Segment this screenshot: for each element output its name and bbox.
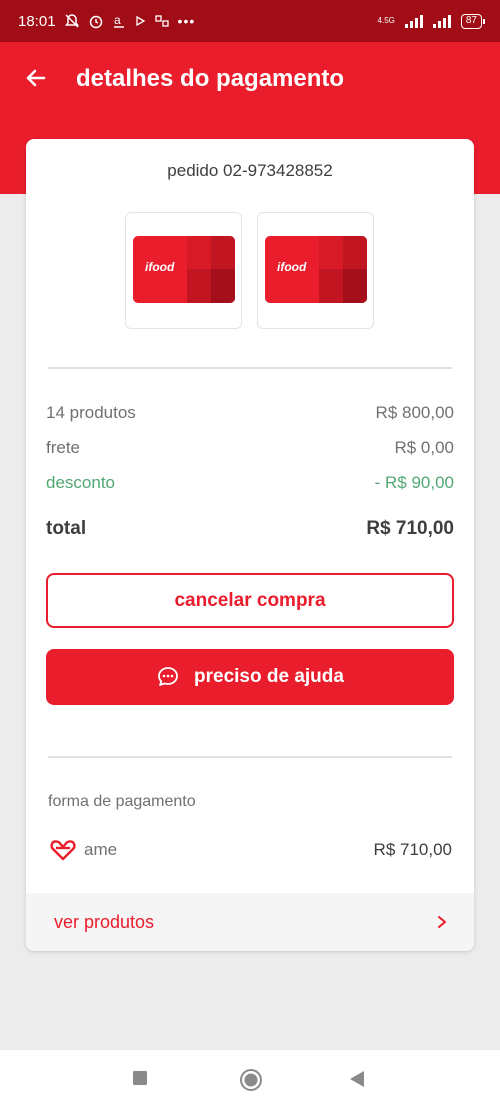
summary-discount-row: desconto - R$ 90,00 [46,473,454,493]
network-label: 4.5G [377,16,395,25]
payment-method-label: forma de pagamento [48,793,196,810]
payment-method-name: ame [84,840,118,859]
cancel-purchase-button[interactable]: cancelar compra [46,573,454,628]
status-right: 4.5G 87 [377,13,486,29]
summary-products-row: 14 produtos R$ 800,00 [46,403,454,423]
order-id: pedido 02-973428852 [167,161,333,180]
shipping-label: frete [46,438,81,457]
payment-method-row: ame R$ 710,00 [50,839,452,861]
divider [48,367,452,369]
shipping-value: R$ 0,00 [394,438,454,457]
status-icons: a ••• [64,13,196,29]
status-time: 18:01 [18,12,56,30]
ifood-gift-card-image: ifood [265,236,367,303]
signal-2-icon [432,14,451,28]
view-products-link[interactable]: ver produtos [26,893,474,951]
ame-heart-icon [50,840,76,861]
alarm-icon [89,15,102,29]
play-icon [135,15,145,27]
app-icon [154,15,169,27]
summary-shipping-row: frete R$ 0,00 [46,438,454,458]
chevron-right-icon [438,916,446,928]
discount-label: desconto [46,473,115,492]
total-label: total [46,518,87,539]
help-button[interactable]: preciso de ajuda [46,649,454,705]
ifood-gift-card-image: ifood [133,236,235,303]
svg-text:a: a [114,13,121,27]
back-arrow-icon[interactable] [22,64,50,92]
ifood-logo: ifood [145,260,175,274]
discount-value: - R$ 90,00 [374,473,454,492]
products-label: 14 produtos [46,403,136,422]
products-value: R$ 800,00 [375,403,454,422]
amazon-icon: a [113,13,124,28]
system-navigation-bar [0,1050,500,1111]
divider [48,756,452,758]
page-title: detalhes do pagamento [76,65,345,92]
ifood-logo: ifood [277,260,307,274]
summary-total-row: total R$ 710,00 [46,518,454,540]
signal-icon [404,14,423,28]
view-products-label: ver produtos [54,911,155,932]
product-thumbnail[interactable]: ifood [125,212,242,329]
help-button-label: preciso de ajuda [194,666,344,687]
product-thumbnail[interactable]: ifood [257,212,374,329]
status-bar: 18:01 a ••• 4.5G 87 [0,0,500,42]
total-value: R$ 710,00 [366,518,454,539]
payment-amount: R$ 710,00 [373,840,452,859]
recent-apps-icon[interactable] [132,1070,148,1086]
battery-icon: 87 [460,13,486,29]
more-dots-icon: ••• [177,13,196,29]
mute-bell-icon [64,14,79,28]
home-icon[interactable] [239,1068,263,1092]
back-triangle-icon[interactable] [349,1070,365,1088]
chat-bubble-icon [158,667,178,686]
payment-details-card: pedido 02-973428852 ifood ifood 14 produ… [26,139,474,951]
